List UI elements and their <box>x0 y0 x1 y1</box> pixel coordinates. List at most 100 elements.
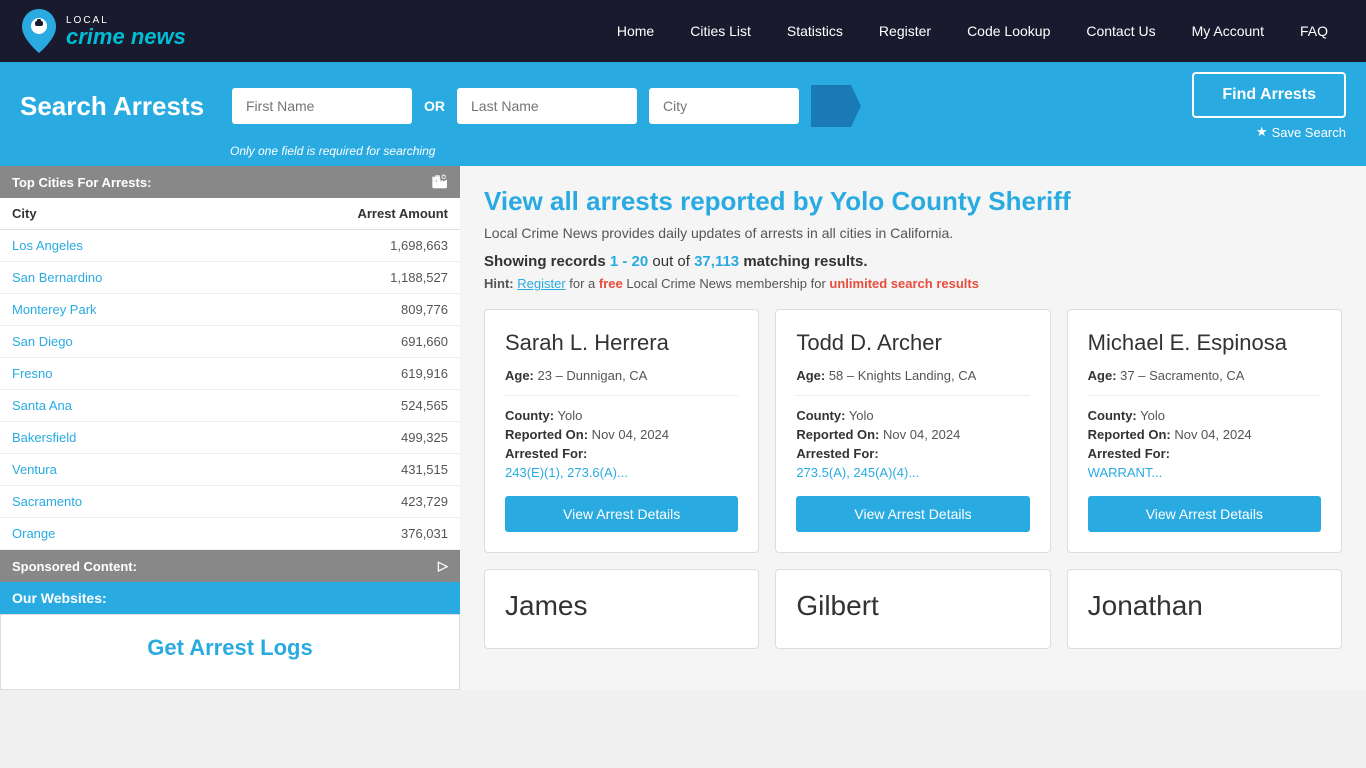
matching-label: matching results. <box>743 253 867 270</box>
city-name-cell: Monterey Park <box>0 294 230 326</box>
arrest-card-partial: Gilbert <box>775 569 1050 649</box>
city-name-cell: Los Angeles <box>0 230 230 262</box>
hint-register-link[interactable]: Register <box>517 276 565 291</box>
divider <box>796 395 1029 396</box>
arrest-charges: 243(E)(1), 273.6(A)... <box>505 465 738 480</box>
city-input[interactable] <box>649 88 799 124</box>
arrested-for-label: Arrested For: <box>796 446 1029 461</box>
arrested-for-label: Arrested For: <box>505 446 738 461</box>
find-arrests-button[interactable]: Find Arrests <box>1192 72 1346 118</box>
arrest-name: Todd D. Archer <box>796 330 1029 356</box>
table-row: Sacramento 423,729 <box>0 486 460 518</box>
arrest-count-cell: 423,729 <box>230 486 460 518</box>
city-link[interactable]: Sacramento <box>12 494 82 509</box>
search-title: Search Arrests <box>20 91 220 122</box>
top-navigation: LOCAL crime news Home Cities List Statis… <box>0 0 1366 62</box>
partial-cards-grid: James Gilbert Jonathan <box>484 569 1342 649</box>
search-arrow-decoration <box>811 85 861 127</box>
nav-home[interactable]: Home <box>599 0 672 62</box>
arrest-name: Michael E. Espinosa <box>1088 330 1321 356</box>
view-arrest-details-button[interactable]: View Arrest Details <box>1088 496 1321 532</box>
arrest-count-cell: 499,325 <box>230 422 460 454</box>
arrest-card: Sarah L. Herrera Age: 23 – Dunnigan, CA … <box>484 309 759 553</box>
nav-statistics[interactable]: Statistics <box>769 0 861 62</box>
top-cities-header: Top Cities For Arrests: 🏙 <box>0 166 460 198</box>
nav-register[interactable]: Register <box>861 0 949 62</box>
out-of-label: out of <box>652 253 690 270</box>
first-name-input[interactable] <box>232 88 412 124</box>
logo-icon <box>20 9 58 53</box>
logo[interactable]: LOCAL crime news <box>20 9 186 53</box>
city-link[interactable]: Orange <box>12 526 55 541</box>
our-websites-label: Our Websites: <box>12 590 107 606</box>
page-heading: View all arrests reported by Yolo County… <box>484 186 1342 217</box>
reported-detail: Reported On: Nov 04, 2024 <box>796 427 1029 442</box>
view-arrest-details-button[interactable]: View Arrest Details <box>796 496 1029 532</box>
showing-label: Showing records <box>484 253 606 270</box>
hint-free-text: free <box>599 276 623 291</box>
arrest-count-cell: 431,515 <box>230 454 460 486</box>
view-arrest-details-button[interactable]: View Arrest Details <box>505 496 738 532</box>
city-link[interactable]: Los Angeles <box>12 238 83 253</box>
play-icon[interactable]: ▷ <box>438 558 448 574</box>
save-search-label: Save Search <box>1272 125 1346 140</box>
city-link[interactable]: Bakersfield <box>12 430 76 445</box>
city-link[interactable]: San Bernardino <box>12 270 102 285</box>
nav-faq[interactable]: FAQ <box>1282 0 1346 62</box>
last-name-input[interactable] <box>457 88 637 124</box>
county-detail: County: Yolo <box>796 408 1029 423</box>
arrest-card: Todd D. Archer Age: 58 – Knights Landing… <box>775 309 1050 553</box>
city-name-cell: Bakersfield <box>0 422 230 454</box>
city-link[interactable]: San Diego <box>12 334 73 349</box>
or-separator: OR <box>424 98 445 114</box>
arrest-age: Age: 23 – Dunnigan, CA <box>505 368 738 383</box>
hint-middle-text: Local Crime News membership for <box>626 276 825 291</box>
city-name-cell: Santa Ana <box>0 390 230 422</box>
arrest-card-partial: Jonathan <box>1067 569 1342 649</box>
partial-arrest-name: James <box>505 590 738 622</box>
records-range: 1 - 20 <box>610 253 648 270</box>
city-link[interactable]: Monterey Park <box>12 302 97 317</box>
city-link[interactable]: Fresno <box>12 366 52 381</box>
city-link[interactable]: Santa Ana <box>12 398 72 413</box>
city-name-cell: Fresno <box>0 358 230 390</box>
get-arrest-logs-box: Get Arrest Logs <box>0 614 460 690</box>
table-row: Fresno 619,916 <box>0 358 460 390</box>
top-cities-title: Top Cities For Arrests: <box>12 175 151 190</box>
save-search-link[interactable]: ★ Save Search <box>1256 124 1346 140</box>
sponsored-section: Sponsored Content: ▷ <box>0 550 460 582</box>
table-row: Los Angeles 1,698,663 <box>0 230 460 262</box>
city-name-cell: San Diego <box>0 326 230 358</box>
main-content: View all arrests reported by Yolo County… <box>460 166 1366 690</box>
cities-table: City Arrest Amount Los Angeles 1,698,663… <box>0 198 460 550</box>
city-name-cell: Sacramento <box>0 486 230 518</box>
city-name-cell: Orange <box>0 518 230 550</box>
city-link[interactable]: Ventura <box>12 462 57 477</box>
arrest-count-cell: 524,565 <box>230 390 460 422</box>
table-row: Orange 376,031 <box>0 518 460 550</box>
page-subtext: Local Crime News provides daily updates … <box>484 225 1342 241</box>
nav-code-lookup[interactable]: Code Lookup <box>949 0 1068 62</box>
get-arrest-logs-title[interactable]: Get Arrest Logs <box>21 635 439 661</box>
records-info: Showing records 1 - 20 out of 37,113 mat… <box>484 253 1342 270</box>
nav-cities-list[interactable]: Cities List <box>672 0 769 62</box>
county-detail: County: Yolo <box>505 408 738 423</box>
arrest-count-cell: 809,776 <box>230 294 460 326</box>
arrested-for-label: Arrested For: <box>1088 446 1321 461</box>
arrest-charges: WARRANT... <box>1088 465 1321 480</box>
hint-prefix: Hint: <box>484 276 514 291</box>
table-row: Bakersfield 499,325 <box>0 422 460 454</box>
table-row: Monterey Park 809,776 <box>0 294 460 326</box>
city-name-cell: Ventura <box>0 454 230 486</box>
nav-my-account[interactable]: My Account <box>1174 0 1282 62</box>
arrest-card: Michael E. Espinosa Age: 37 – Sacramento… <box>1067 309 1342 553</box>
nav-contact-us[interactable]: Contact Us <box>1068 0 1173 62</box>
arrest-count-cell: 619,916 <box>230 358 460 390</box>
records-total: 37,113 <box>694 253 739 270</box>
arrest-count-cell: 1,188,527 <box>230 262 460 294</box>
hint-unlimited-text: unlimited search results <box>829 276 979 291</box>
reported-detail: Reported On: Nov 04, 2024 <box>1088 427 1321 442</box>
sidebar: Top Cities For Arrests: 🏙 City Arrest Am… <box>0 166 460 690</box>
reported-detail: Reported On: Nov 04, 2024 <box>505 427 738 442</box>
divider <box>505 395 738 396</box>
